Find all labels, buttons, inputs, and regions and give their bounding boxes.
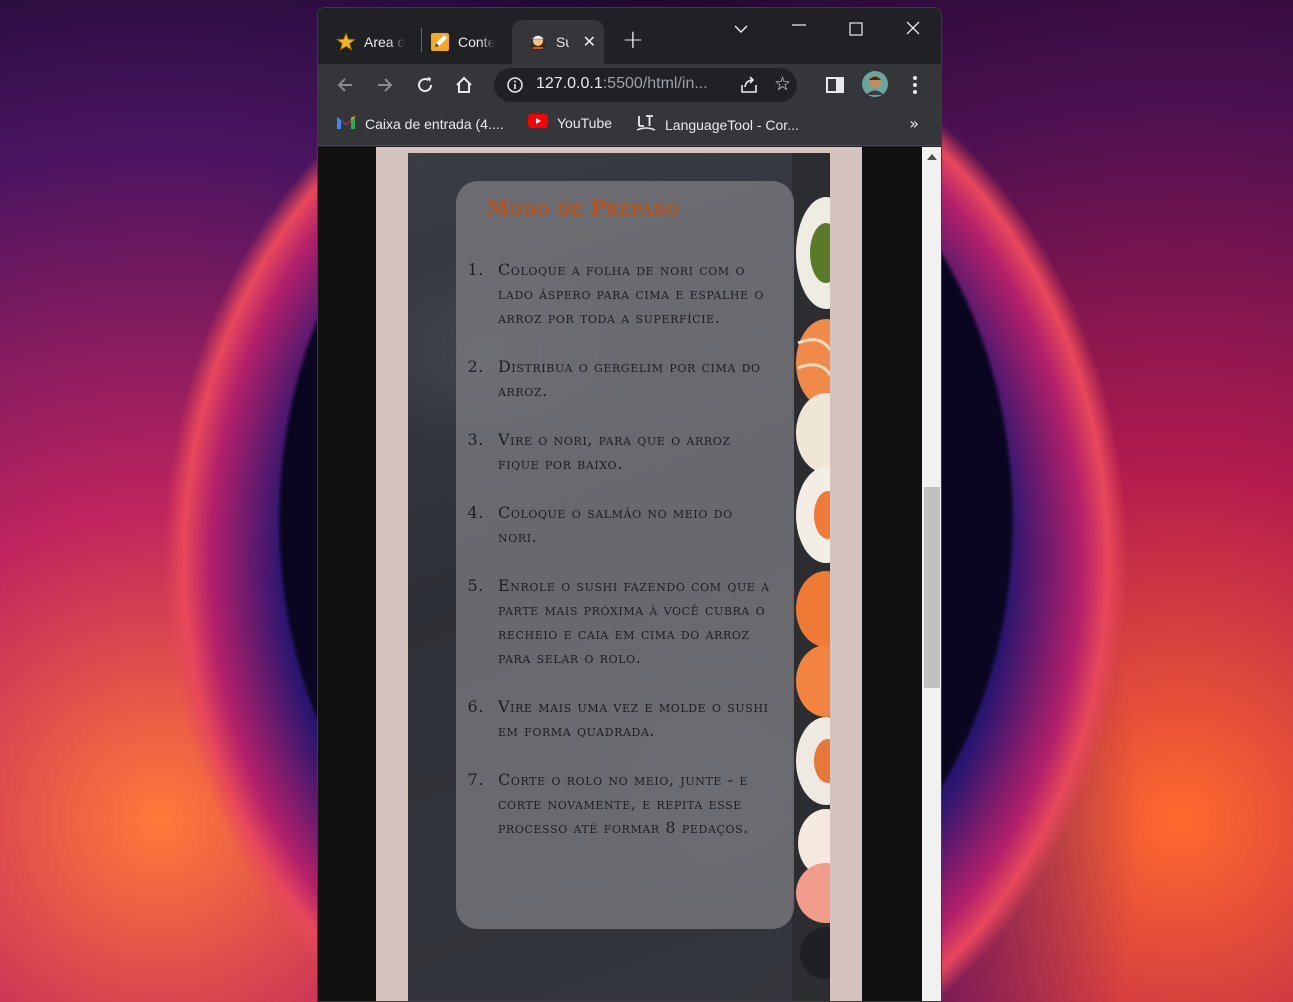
menu-kebab-icon[interactable]	[902, 72, 928, 98]
step-text: Enrole o sushi fazendo com que a parte m…	[498, 576, 770, 667]
star-icon	[335, 31, 357, 52]
step-text: Vire o nori, para que o arroz fique por …	[498, 430, 731, 473]
bookmark-gmail[interactable]: Caixa de entrada (4....	[336, 114, 504, 133]
step-item: 3. Vire o nori, para que o arroz fique po…	[466, 428, 772, 476]
step-number: 2.	[467, 357, 484, 376]
browser-toolbar: 127.0.0.1:5500/html/in... ☆	[318, 64, 941, 106]
tab-active[interactable]: Su ✕	[512, 20, 604, 64]
page-content-column: Modo de Preparo 1. Coloque a folha de nor…	[376, 147, 862, 1001]
close-tab-icon[interactable]: ✕	[583, 32, 596, 52]
bookmark-youtube[interactable]: YouTube	[528, 114, 612, 131]
close-window-icon[interactable]	[906, 19, 920, 40]
forward-icon[interactable]	[372, 72, 398, 98]
bookmark-label: LanguageTool - Cor...	[665, 116, 799, 133]
maximize-icon[interactable]	[849, 20, 863, 41]
preparation-card: Modo de Preparo 1. Coloque a folha de nor…	[456, 181, 794, 929]
tab-title: Su	[556, 34, 569, 50]
step-text: Vire mais uma vez e molde o sushi em for…	[498, 697, 769, 740]
minimize-icon[interactable]	[792, 16, 806, 37]
address-text[interactable]: 127.0.0.1:5500/html/in...	[536, 75, 708, 93]
scroll-thumb[interactable]	[924, 487, 940, 688]
bookmark-label: YouTube	[557, 114, 613, 131]
tab-content[interactable]: Conte	[414, 20, 510, 64]
tab-title: Conte	[458, 34, 496, 50]
steps-list: 1. Coloque a folha de nori com o lado ásp…	[466, 258, 772, 840]
step-item: 2. Distribua o gergelim por cima do arroz…	[466, 355, 772, 403]
step-item: 7. Corte o rolo no meio, junte - e corte …	[466, 768, 772, 840]
share-icon[interactable]	[738, 74, 760, 100]
new-tab-button[interactable]: +	[622, 27, 644, 53]
back-icon[interactable]	[332, 72, 358, 98]
step-text: Distribua o gergelim por cima do arroz.	[498, 357, 761, 400]
step-text: Coloque o salmão no meio do nori.	[498, 503, 733, 546]
tab-title: Area d	[364, 34, 406, 50]
reload-icon[interactable]	[412, 72, 438, 98]
avatar[interactable]	[861, 70, 888, 97]
bookmark-label: Caixa de entrada (4....	[365, 115, 504, 132]
step-number: 4.	[467, 503, 484, 522]
step-number: 1.	[467, 260, 484, 279]
gmail-icon	[336, 114, 356, 133]
sushi-image	[792, 153, 830, 1001]
slate-background-image: Modo de Preparo 1. Coloque a folha de nor…	[408, 153, 830, 1001]
youtube-icon	[528, 114, 548, 131]
pencil-note-icon	[430, 32, 450, 52]
step-item: 1. Coloque a folha de nori com o lado ásp…	[466, 258, 772, 330]
side-panel-icon[interactable]	[822, 72, 848, 98]
bookmarks-overflow-button[interactable]: »	[909, 114, 919, 133]
step-number: 5.	[467, 576, 484, 595]
step-text: Coloque a folha de nori com o lado ásper…	[498, 260, 765, 327]
site-info-icon[interactable]	[506, 76, 524, 98]
step-item: 4. Coloque o salmão no meio do nori.	[466, 501, 772, 549]
sushi-chef-icon	[528, 32, 548, 52]
tab-search-icon[interactable]	[734, 18, 748, 39]
scroll-up-arrow-icon[interactable]	[927, 154, 937, 160]
step-number: 6.	[467, 697, 484, 716]
tab-area[interactable]: Area d	[320, 20, 420, 64]
browser-window: Area d Conte Su ✕ +	[317, 7, 942, 1002]
page-scrollbar[interactable]	[922, 147, 941, 1001]
address-bar[interactable]: 127.0.0.1:5500/html/in... ☆	[494, 68, 797, 102]
step-item: 5. Enrole o sushi fazendo com que a parte…	[466, 574, 772, 670]
step-number: 7.	[467, 770, 484, 789]
bookmark-languagetool[interactable]: LanguageTool - Cor...	[636, 114, 799, 135]
step-item: 6. Vire mais uma vez e molde o sushi em f…	[466, 695, 772, 743]
languagetool-icon	[636, 114, 656, 135]
tab-strip: Area d Conte Su ✕ +	[318, 8, 941, 64]
step-number: 3.	[467, 430, 484, 449]
step-text: Corte o rolo no meio, junte - e corte no…	[498, 770, 749, 837]
bookmark-star-icon[interactable]: ☆	[774, 73, 791, 95]
bookmarks-bar: Caixa de entrada (4.... YouTube Language…	[318, 106, 941, 146]
home-icon[interactable]	[451, 72, 477, 98]
page-viewport: Modo de Preparo 1. Coloque a folha de nor…	[318, 147, 922, 1001]
section-title: Modo de Preparo	[486, 195, 679, 220]
